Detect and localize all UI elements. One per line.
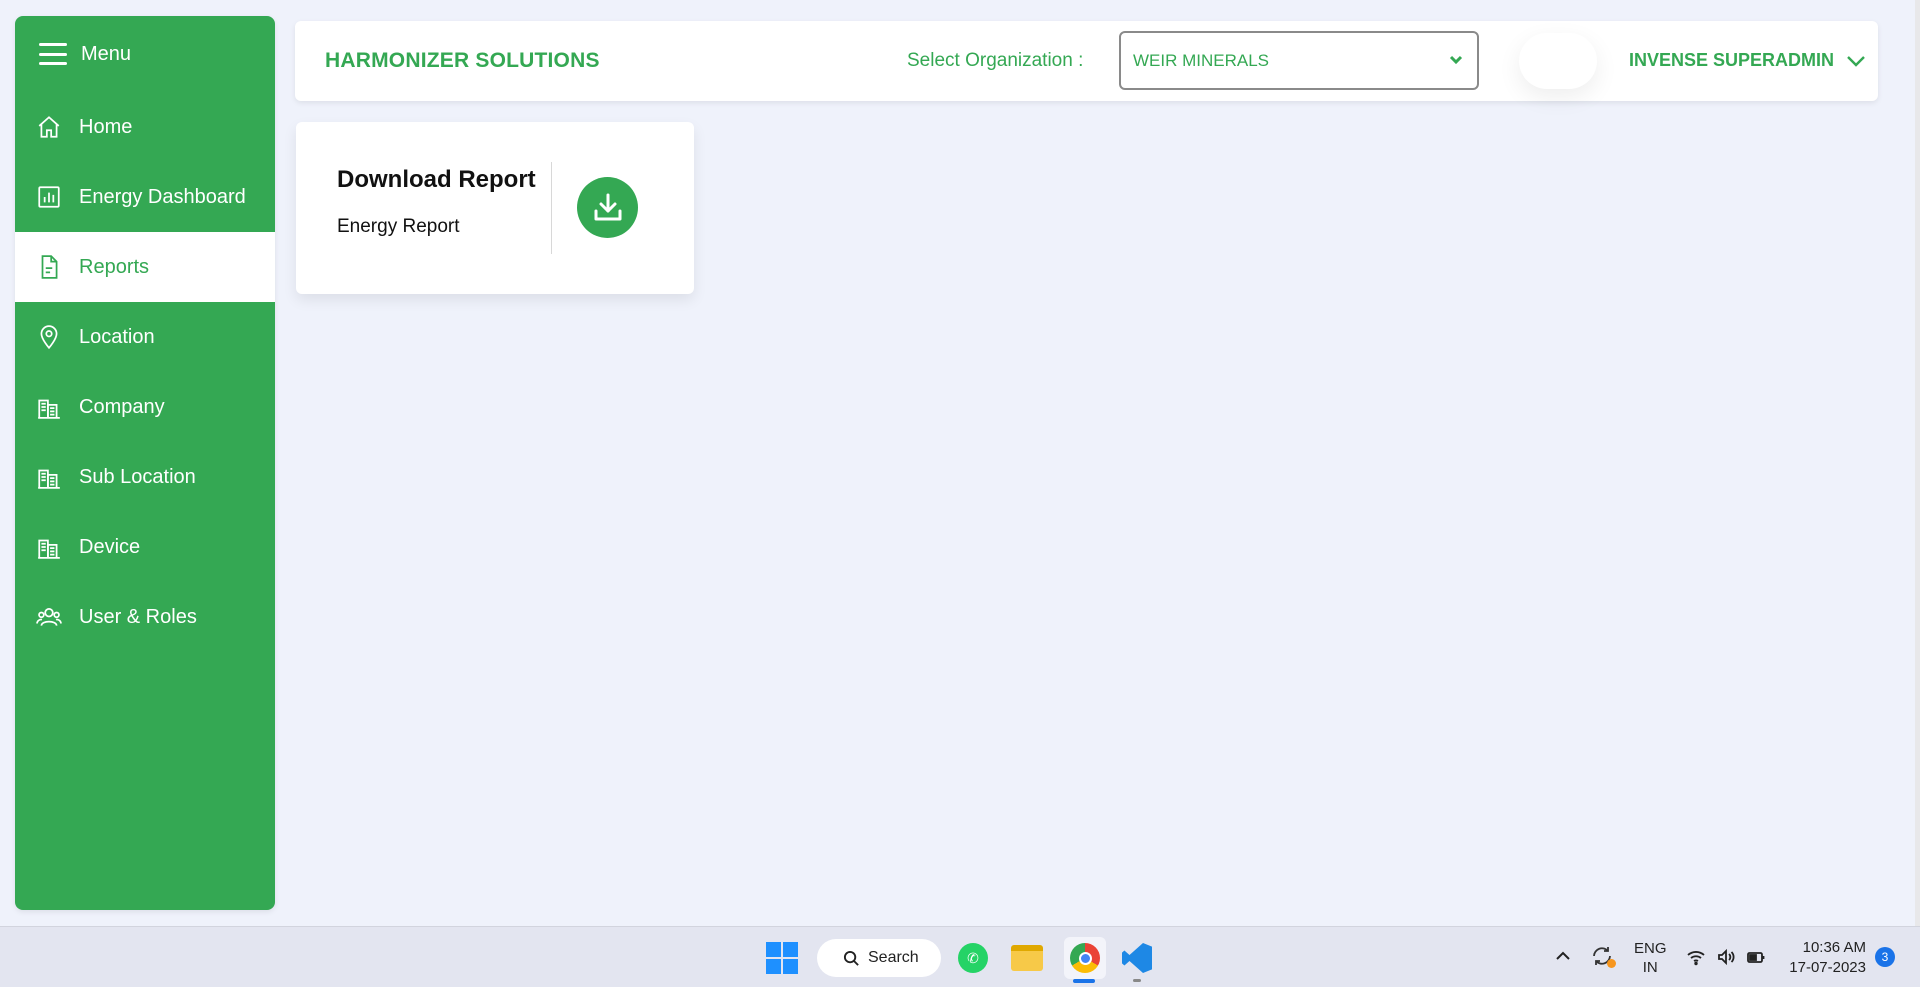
system-tray[interactable]	[1686, 947, 1766, 967]
buildings-icon	[35, 533, 63, 561]
taskbar-search[interactable]: Search	[817, 939, 941, 977]
wifi-icon	[1687, 951, 1705, 966]
users-icon	[35, 603, 63, 631]
sidebar-item-label: Sub Location	[79, 465, 196, 488]
home-icon	[35, 113, 63, 141]
search-label: Search	[868, 949, 919, 966]
sidebar-item-energy-dashboard[interactable]: Energy Dashboard	[15, 162, 275, 232]
document-icon	[35, 253, 63, 281]
card-title: Download Report	[337, 166, 536, 193]
tray-overflow-icon[interactable]	[1554, 947, 1572, 965]
top-header: HARMONIZER SOLUTIONS Select Organization…	[295, 21, 1878, 101]
sidebar-item-home[interactable]: Home	[15, 92, 275, 162]
windows-taskbar: Search ✆ ENG IN 10:36 AM 17-07-2023 3	[0, 926, 1920, 987]
chevron-down-icon	[1449, 52, 1463, 66]
clock-time: 10:36 AM	[1802, 939, 1866, 956]
chrome-icon[interactable]	[1064, 937, 1106, 979]
download-report-button[interactable]	[577, 177, 638, 238]
input-language[interactable]: ENG IN	[1634, 939, 1667, 977]
sidebar-item-user-roles[interactable]: User & Roles	[15, 582, 275, 652]
hamburger-icon	[39, 43, 67, 65]
sync-icon[interactable]	[1590, 944, 1616, 968]
user-menu[interactable]: INVENSE SUPERADMIN	[1629, 50, 1866, 71]
report-card: Download Report Energy Report	[296, 122, 694, 294]
user-name: INVENSE SUPERADMIN	[1629, 50, 1835, 70]
menu-label: Menu	[81, 42, 132, 65]
avatar[interactable]	[1519, 33, 1597, 89]
menu-toggle[interactable]: Menu	[15, 16, 275, 92]
taskbar-clock[interactable]: 10:36 AM 17-07-2023	[1780, 938, 1866, 978]
vscode-icon[interactable]	[1120, 941, 1154, 975]
volume-icon	[1718, 948, 1735, 966]
download-icon	[594, 193, 621, 220]
sidebar-item-label: Reports	[79, 255, 150, 278]
card-subtitle: Energy Report	[337, 216, 460, 237]
buildings-icon	[35, 393, 63, 421]
org-select-dropdown[interactable]: WEIR MINERALS	[1119, 31, 1479, 90]
whatsapp-icon[interactable]: ✆	[956, 941, 990, 975]
brand-title: HARMONIZER SOLUTIONS	[325, 49, 600, 72]
org-select-value: WEIR MINERALS	[1133, 50, 1270, 70]
notification-badge[interactable]: 3	[1875, 947, 1895, 967]
sidebar-item-label: Company	[79, 395, 165, 418]
sidebar-item-label: Home	[79, 115, 133, 138]
page-scrollbar[interactable]	[1915, 0, 1920, 926]
language-code: ENG	[1634, 940, 1667, 957]
sidebar-item-label: Device	[79, 535, 141, 558]
sidebar-item-label: Energy Dashboard	[79, 185, 246, 208]
card-divider	[551, 162, 552, 254]
clock-date: 17-07-2023	[1789, 959, 1866, 976]
buildings-icon	[35, 463, 63, 491]
battery-icon	[1747, 952, 1765, 963]
active-app-indicator	[1073, 979, 1095, 983]
running-app-indicator	[1133, 979, 1141, 982]
chevron-down-icon	[1847, 55, 1865, 67]
map-pin-icon	[35, 323, 63, 351]
sidebar: Menu Home Energy Dashboard Reports Locat…	[15, 16, 275, 910]
sidebar-item-label: Location	[79, 325, 155, 348]
sidebar-item-location[interactable]: Location	[15, 302, 275, 372]
sidebar-item-company[interactable]: Company	[15, 372, 275, 442]
region-code: IN	[1642, 959, 1658, 976]
bar-chart-icon	[35, 183, 63, 211]
file-explorer-icon[interactable]	[1010, 941, 1044, 975]
org-select-label: Select Organization :	[907, 50, 1084, 71]
sidebar-item-label: User & Roles	[79, 605, 197, 628]
sidebar-item-reports[interactable]: Reports	[15, 232, 275, 302]
search-icon	[843, 950, 859, 966]
sidebar-item-device[interactable]: Device	[15, 512, 275, 582]
sidebar-item-sub-location[interactable]: Sub Location	[15, 442, 275, 512]
windows-start-icon[interactable]	[766, 942, 798, 974]
